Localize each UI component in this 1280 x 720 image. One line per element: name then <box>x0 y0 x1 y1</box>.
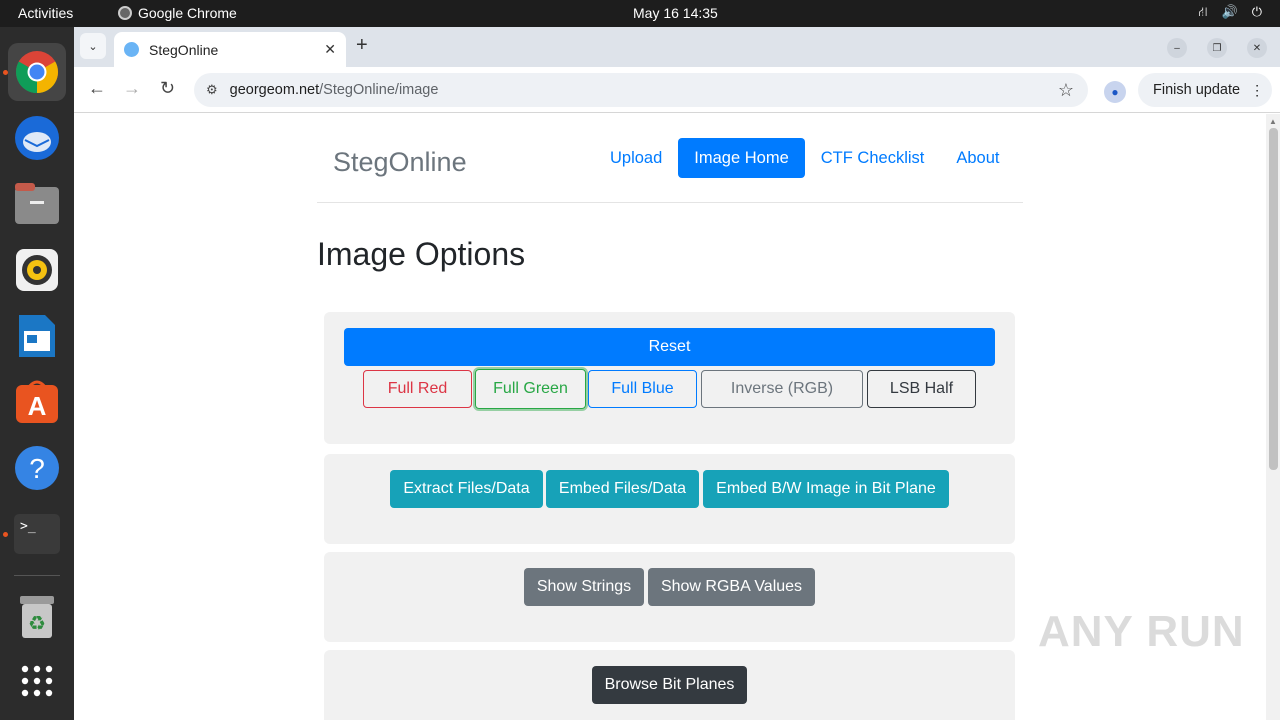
site-brand[interactable]: StegOnline <box>333 147 467 178</box>
data-options-panel: Extract Files/Data Embed Files/Data Embe… <box>324 454 1015 544</box>
chevron-down-icon: ⌄ <box>88 40 98 53</box>
site-info-icon[interactable]: ⚙ <box>206 82 218 98</box>
full-red-button[interactable]: Full Red <box>363 370 472 408</box>
more-menu-icon: ⋮ <box>1250 81 1265 98</box>
maximize-icon[interactable]: ❐ <box>1207 38 1227 58</box>
nav-image-home[interactable]: Image Home <box>678 138 805 178</box>
back-icon[interactable]: ← <box>88 78 106 99</box>
app-menu[interactable]: Google Chrome <box>118 5 237 21</box>
terminal-dock-icon[interactable]: >_ <box>8 505 66 563</box>
forward-icon[interactable]: → <box>123 78 141 99</box>
active-tab[interactable]: StegOnline ✕ <box>114 32 346 67</box>
chrome-window: ⌄ StegOnline ✕ + – ❐ ✕ ← → ↻ ⚙ georgeom.… <box>74 27 1280 720</box>
chrome-dock-icon[interactable] <box>8 43 66 101</box>
lsb-half-button[interactable]: LSB Half <box>867 370 976 408</box>
tab-search-button[interactable]: ⌄ <box>80 33 106 59</box>
finish-update-button[interactable]: Finish update ⋮ <box>1138 73 1272 107</box>
browser-toolbar: ← → ↻ ⚙ georgeom.net/StegOnline/image ☆ … <box>74 67 1280 113</box>
close-window-icon[interactable]: ✕ <box>1247 38 1267 58</box>
volume-icon: 🔊 <box>1221 4 1238 19</box>
activities-button[interactable]: Activities <box>18 5 73 21</box>
extract-files-button[interactable]: Extract Files/Data <box>390 470 543 508</box>
close-tab-icon[interactable]: ✕ <box>324 41 336 58</box>
libreoffice-writer-dock-icon[interactable] <box>8 307 66 365</box>
url-host: georgeom.net <box>229 82 320 98</box>
scroll-up-icon[interactable]: ▲ <box>1269 117 1277 126</box>
show-rgba-values-button[interactable]: Show RGBA Values <box>648 568 815 606</box>
chrome-small-icon <box>118 6 132 20</box>
help-dock-icon[interactable]: ? <box>8 439 66 497</box>
full-blue-button[interactable]: Full Blue <box>588 370 697 408</box>
tab-title: StegOnline <box>149 41 219 58</box>
scrollbar-thumb[interactable] <box>1269 128 1278 470</box>
svg-text:A: A <box>28 391 47 421</box>
inverse-rgb-button[interactable]: Inverse (RGB) <box>701 370 863 408</box>
files-dock-icon[interactable] <box>8 175 66 233</box>
system-tray[interactable]: ⛙ 🔊 ⏻ <box>1198 4 1262 22</box>
show-apps-icon[interactable] <box>8 652 66 710</box>
page-title: Image Options <box>317 236 526 272</box>
nav-upload[interactable]: Upload <box>594 138 678 178</box>
thunderbird-dock-icon[interactable] <box>8 109 66 167</box>
favicon-icon <box>124 42 139 57</box>
dock: A ? >_ ♻ <box>0 27 74 720</box>
page-viewport: StegOnline Upload Image Home CTF Checkli… <box>74 114 1280 720</box>
bookmark-star-icon[interactable]: ☆ <box>1058 80 1074 101</box>
browse-bit-planes-button[interactable]: Browse Bit Planes <box>592 666 747 704</box>
svg-text:>_: >_ <box>20 519 36 534</box>
rhythmbox-dock-icon[interactable] <box>8 241 66 299</box>
reload-icon[interactable]: ↻ <box>160 78 175 99</box>
svg-text:♻: ♻ <box>28 611 46 635</box>
page-scrollbar[interactable]: ▲ <box>1266 114 1280 720</box>
nav-about[interactable]: About <box>940 138 1015 178</box>
app-name-label: Google Chrome <box>138 5 237 21</box>
dock-separator <box>14 575 60 576</box>
app-center-dock-icon[interactable]: A <box>8 373 66 431</box>
tab-strip: ⌄ StegOnline ✕ + – ❐ ✕ <box>74 27 1280 67</box>
show-strings-button[interactable]: Show Strings <box>524 568 644 606</box>
clock[interactable]: May 16 14:35 <box>633 5 718 21</box>
power-icon: ⏻ <box>1251 4 1262 19</box>
new-tab-icon[interactable]: + <box>356 34 368 57</box>
trash-dock-icon[interactable]: ♻ <box>8 589 66 647</box>
anyrun-watermark: ANY RUN <box>1038 607 1245 656</box>
profile-icon[interactable]: ● <box>1104 81 1126 103</box>
minimize-icon[interactable]: – <box>1167 38 1187 58</box>
strings-options-panel: Show Strings Show RGBA Values <box>324 552 1015 642</box>
address-bar[interactable]: ⚙ georgeom.net/StegOnline/image ☆ <box>194 73 1088 107</box>
system-top-bar: Activities Google Chrome May 16 14:35 ⛙ … <box>0 0 1280 27</box>
svg-text:?: ? <box>29 453 45 484</box>
embed-bw-image-button[interactable]: Embed B/W Image in Bit Plane <box>703 470 949 508</box>
url-path: /StegOnline/image <box>319 82 439 98</box>
finish-update-label: Finish update <box>1153 82 1241 98</box>
network-icon: ⛙ <box>1198 4 1208 19</box>
nav-ctf-checklist[interactable]: CTF Checklist <box>805 138 941 178</box>
color-options-panel: Reset Full Red Full Green Full Blue Inve… <box>324 312 1015 444</box>
site-nav: Upload Image Home CTF Checklist About <box>594 138 1015 178</box>
bitplanes-panel: Browse Bit Planes <box>324 650 1015 720</box>
reset-button[interactable]: Reset <box>344 328 995 366</box>
nav-divider <box>317 202 1023 203</box>
full-green-button[interactable]: Full Green <box>475 369 586 409</box>
embed-files-button[interactable]: Embed Files/Data <box>546 470 699 508</box>
